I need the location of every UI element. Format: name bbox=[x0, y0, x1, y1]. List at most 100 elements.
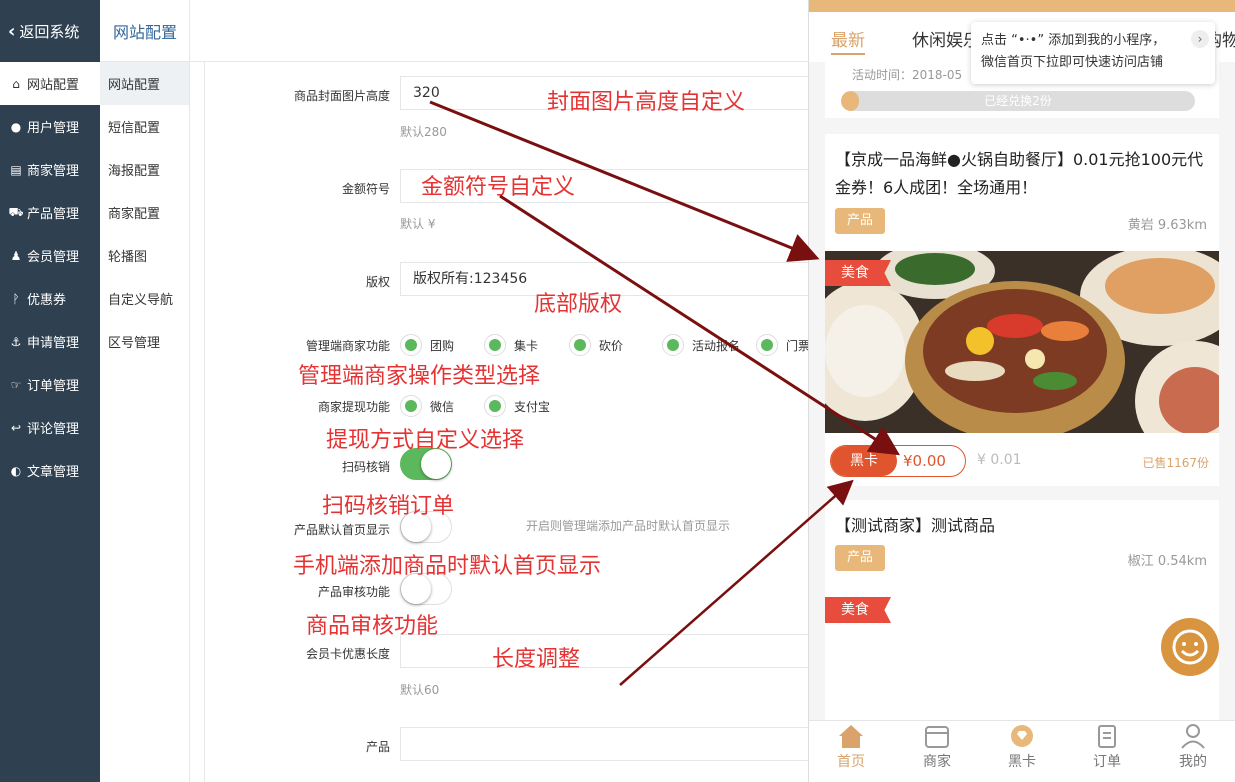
radio-dot bbox=[484, 334, 506, 356]
nav-label: 我的 bbox=[1179, 754, 1207, 770]
sidebar-item-products[interactable]: ⛟ 产品管理 bbox=[0, 191, 100, 234]
radio-dot bbox=[569, 334, 591, 356]
card-length-input[interactable] bbox=[400, 634, 810, 668]
subnav-item-area-code[interactable]: 区号管理 bbox=[100, 320, 189, 363]
main-sidebar: ‹ 返回系统 ⌂ 网站配置 ● 用户管理 ▤ 商家管理 ⛟ 产品管理 ♟ 会员管… bbox=[0, 0, 100, 782]
nav-merchants[interactable]: 商家 bbox=[907, 723, 967, 771]
subnav-item-sms-config[interactable]: 短信配置 bbox=[100, 105, 189, 148]
default-home-label: 产品默认首页显示 bbox=[293, 523, 390, 537]
coupon-icon: ᚹ bbox=[12, 291, 20, 306]
product-label: 产品 bbox=[365, 740, 390, 754]
back-to-system-button[interactable]: ‹ 返回系统 bbox=[0, 0, 100, 62]
black-card-label: 黑卡 bbox=[831, 446, 897, 476]
sidebar-item-label: 会员管理 bbox=[27, 250, 80, 265]
radio-wechat[interactable]: 微信 bbox=[400, 395, 454, 417]
nav-profile[interactable]: 我的 bbox=[1163, 723, 1223, 771]
radio-label: 支付宝 bbox=[514, 399, 551, 414]
sidebar-item-label: 文章管理 bbox=[27, 465, 80, 480]
currency-label: 金额符号 bbox=[341, 182, 390, 196]
radio-dot bbox=[484, 395, 506, 417]
radio-event-signup[interactable]: 活动报名 bbox=[662, 334, 740, 356]
server-icon: ▤ bbox=[10, 162, 22, 177]
contrast-icon: ◐ bbox=[10, 463, 22, 478]
customer-service-button[interactable] bbox=[1161, 618, 1219, 676]
radio-label: 门票 bbox=[786, 338, 811, 353]
tooltip-line2: 微信首页下拉即可快速访问店铺 bbox=[981, 55, 1164, 70]
radio-dot bbox=[400, 395, 422, 417]
product-card-2[interactable]: 【测试商家】测试商品 产品 椒江 0.54km 美食 bbox=[825, 500, 1219, 720]
home-icon: ⌂ bbox=[12, 76, 20, 91]
subnav-item-carousel[interactable]: 轮播图 bbox=[100, 234, 189, 277]
annotation-review: 商品审核功能 bbox=[306, 614, 439, 639]
member-icon: ♟ bbox=[10, 248, 22, 263]
sidebar-item-coupons[interactable]: ᚹ 优惠券 bbox=[0, 277, 100, 320]
product-card-title: 【京成一品海鲜●火锅自助餐厅】0.01元抢100元代金券！6人成团！全场通用！ bbox=[835, 150, 1204, 197]
product-input[interactable] bbox=[400, 727, 810, 761]
radio-bargain[interactable]: 砍价 bbox=[569, 334, 623, 356]
radio-label: 集卡 bbox=[514, 338, 539, 353]
cover-height-label: 商品封面图片高度 bbox=[293, 89, 390, 103]
sidebar-item-articles[interactable]: ◐ 文章管理 bbox=[0, 449, 100, 492]
smile-icon bbox=[1172, 629, 1208, 665]
sidebar-item-users[interactable]: ● 用户管理 bbox=[0, 105, 100, 148]
sidebar-item-merchants[interactable]: ▤ 商家管理 bbox=[0, 148, 100, 191]
card-length-label: 会员卡优惠长度 bbox=[305, 647, 390, 661]
subnav-item-poster-config[interactable]: 海报配置 bbox=[100, 148, 189, 191]
radio-group-buy[interactable]: 团购 bbox=[400, 334, 454, 356]
nav-home[interactable]: 首页 bbox=[821, 723, 881, 771]
phone-bottom-nav: 首页 商家 黑卡 订单 我的 bbox=[809, 720, 1235, 782]
subnav-header: 网站配置 bbox=[100, 0, 189, 62]
withdraw-label: 商家提现功能 bbox=[317, 400, 390, 414]
radio-label: 活动报名 bbox=[692, 338, 741, 353]
sub-navigation: 网站配置 网站配置 短信配置 海报配置 商家配置 轮播图 自定义导航 区号管理 bbox=[100, 0, 190, 782]
reply-icon: ↩ bbox=[10, 420, 22, 435]
sidebar-item-label: 优惠券 bbox=[27, 293, 67, 308]
radio-alipay[interactable]: 支付宝 bbox=[484, 395, 550, 417]
subnav-item-custom-nav[interactable]: 自定义导航 bbox=[100, 277, 189, 320]
subnav-item-site-config[interactable]: 网站配置 bbox=[100, 62, 189, 105]
cart-icon: ⛟ bbox=[8, 204, 24, 219]
nav-label: 订单 bbox=[1093, 754, 1121, 770]
sidebar-item-label: 订单管理 bbox=[27, 379, 80, 394]
nav-black-card[interactable]: 黑卡 bbox=[992, 723, 1052, 771]
phone-tab-latest[interactable]: 最新 bbox=[831, 26, 865, 55]
product-card-title: 【测试商家】测试商品 bbox=[835, 516, 996, 535]
redeem-progress: 已经兑换2份 bbox=[841, 91, 1195, 111]
annotation-currency: 金额符号自定义 bbox=[421, 175, 576, 200]
card-length-hint: 默认60 bbox=[400, 683, 440, 697]
radio-collect-cards[interactable]: 集卡 bbox=[484, 334, 538, 356]
nav-label: 黑卡 bbox=[1008, 754, 1036, 770]
annotation-copyright: 底部版权 bbox=[534, 292, 623, 317]
phone-preview: 最新 休闲娱乐 购物 活动时间：2018-05 已经兑换2份 点击 “•·•” … bbox=[808, 0, 1235, 782]
sidebar-item-label: 产品管理 bbox=[27, 207, 80, 222]
scan-verify-label: 扫码核销 bbox=[341, 460, 390, 474]
radio-dot bbox=[400, 334, 422, 356]
sidebar-item-label: 评论管理 bbox=[27, 422, 80, 437]
sidebar-item-applications[interactable]: ⚓ 申请管理 bbox=[0, 320, 100, 363]
black-card-price-badge[interactable]: 黑卡 ¥0.00 bbox=[830, 445, 966, 477]
product-distance: 黄岩 9.63km bbox=[1127, 218, 1207, 233]
radio-dot bbox=[756, 334, 778, 356]
annotation-cover-height: 封面图片高度自定义 bbox=[547, 90, 746, 115]
annotation-scan-verify: 扫码核销订单 bbox=[322, 494, 455, 519]
sidebar-item-site-config[interactable]: ⌂ 网站配置 bbox=[0, 62, 100, 105]
nav-orders[interactable]: 订单 bbox=[1077, 723, 1137, 771]
sidebar-item-comments[interactable]: ↩ 评论管理 bbox=[0, 406, 100, 449]
sidebar-item-members[interactable]: ♟ 会员管理 bbox=[0, 234, 100, 277]
sold-count: 已售1167份 bbox=[1142, 456, 1209, 470]
review-label: 产品审核功能 bbox=[317, 585, 390, 599]
annotation-withdraw: 提现方式自定义选择 bbox=[326, 428, 525, 453]
sidebar-item-orders[interactable]: ☞ 订单管理 bbox=[0, 363, 100, 406]
radio-tickets[interactable]: 门票 bbox=[756, 334, 810, 356]
subnav-item-merchant-config[interactable]: 商家配置 bbox=[100, 191, 189, 234]
clipboard-icon bbox=[1098, 725, 1116, 748]
tooltip-close-icon[interactable]: › bbox=[1191, 30, 1209, 48]
product-card-1[interactable]: 【京成一品海鲜●火锅自助餐厅】0.01元抢100元代金券！6人成团！全场通用！ … bbox=[825, 134, 1219, 486]
activity-time: 活动时间：2018-05 bbox=[852, 68, 963, 82]
product-price: ¥ 0.01 bbox=[977, 452, 1022, 468]
phone-tab-leisure[interactable]: 休闲娱乐 bbox=[912, 26, 980, 51]
product-tag: 产品 bbox=[835, 545, 885, 571]
nav-label: 首页 bbox=[837, 754, 865, 770]
top-bar bbox=[190, 0, 810, 62]
radio-label: 团购 bbox=[430, 338, 455, 353]
